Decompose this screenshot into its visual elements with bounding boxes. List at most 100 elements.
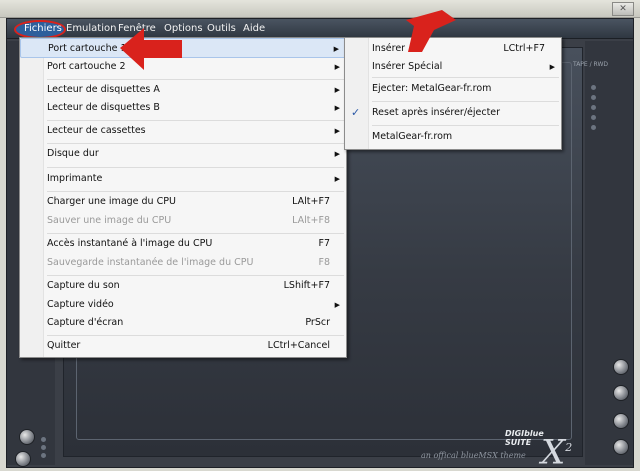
menu-separator <box>47 335 344 336</box>
led <box>41 453 46 458</box>
menu-separator <box>47 191 344 192</box>
close-button[interactable]: ✕ <box>612 2 634 16</box>
left-knob-1[interactable] <box>19 429 35 445</box>
right-control-panel <box>585 41 633 465</box>
right-knob-1[interactable] <box>613 359 629 375</box>
title-strip: ✕ <box>0 0 640 18</box>
submenu-item-label: Ejecter: MetalGear-fr.rom <box>372 83 492 94</box>
right-knob-3[interactable] <box>613 413 629 429</box>
menu-item[interactable]: Quitter LCtrl+Cancel <box>20 336 346 356</box>
menu-outils[interactable]: Outils <box>203 19 240 39</box>
menu-item-shortcut: LAlt+F8 <box>292 215 330 226</box>
menu-item[interactable]: Lecteur de cassettes ▶ <box>20 121 346 141</box>
tape-label: TAPE / RWD <box>573 61 609 68</box>
menu-item-label: Lecteur de disquettes A <box>47 84 160 95</box>
menu-item[interactable]: Lecteur de disquettes B ▶ <box>20 98 346 118</box>
submenu-item-label: Insérer Spécial <box>372 61 443 72</box>
status-led <box>591 125 596 130</box>
submenu-item-label: Reset après insérer/éjecter <box>372 107 501 118</box>
menu-item-shortcut: LAlt+F7 <box>292 196 330 207</box>
led <box>41 437 46 442</box>
menu-item-label: Capture du son <box>47 280 120 291</box>
brand-x-logo: X2 <box>541 433 573 469</box>
menu-separator <box>47 120 344 121</box>
menu-item-label: Quitter <box>47 340 81 351</box>
menu-item-label: Sauvegarde instantanée de l'image du CPU <box>47 257 254 268</box>
menu-fichiers[interactable]: Fichiers <box>20 19 66 39</box>
menu-item-label: Accès instantané à l'image du CPU <box>47 238 213 249</box>
brand-name-line1: DIGIblue <box>505 429 544 438</box>
checkmark-icon: ✓ <box>351 106 361 119</box>
menu-item[interactable]: Imprimante ▶ <box>20 169 346 189</box>
fichiers-menu: Port cartouche 1 ▶ Port cartouche 2 ▶ Lecteu… <box>19 37 347 358</box>
right-knob-4[interactable] <box>613 439 629 455</box>
menu-item-label: Port cartouche 1 <box>48 43 127 54</box>
menu-separator <box>47 167 344 168</box>
brand-x-mark: X <box>541 432 566 471</box>
brand-name: DIGIblue SUITE <box>505 429 544 447</box>
submenu-item[interactable]: Ejecter: MetalGear-fr.rom <box>345 79 561 99</box>
menu-item-label: Port cartouche 2 <box>47 61 126 72</box>
menu-item[interactable]: Lecteur de disquettes A ▶ <box>20 80 346 100</box>
menu-item[interactable]: Capture d'écran PrScr <box>20 313 346 333</box>
menu-item-label: Sauver une image du CPU <box>47 215 172 226</box>
menu-item-label: Capture d'écran <box>47 317 124 328</box>
submenu-arrow-icon: ▶ <box>334 301 340 309</box>
menu-item-shortcut: LCtrl+Cancel <box>267 340 330 351</box>
brand-x-superscript: 2 <box>565 441 573 454</box>
menu-item-label: Charger une image du CPU <box>47 196 176 207</box>
red-arrow-annotation <box>120 28 182 70</box>
submenu-item[interactable]: MetalGear-fr.rom <box>345 127 561 147</box>
menu-item-label: Capture vidéo <box>47 299 114 310</box>
menu-item[interactable]: Sauvegarde instantanée de l'image du CPU… <box>20 253 346 273</box>
menu-separator <box>47 275 344 276</box>
menu-item-label: Imprimante <box>47 173 103 184</box>
submenu-item-label: Insérer <box>372 43 406 54</box>
menu-separator <box>47 143 344 144</box>
brand-subtitle: an offical blueMSX theme <box>421 451 526 460</box>
submenu-arrow-icon: ▶ <box>334 175 340 183</box>
submenu-item[interactable]: ✓ Reset après insérer/éjecter <box>345 103 561 123</box>
submenu-arrow-icon: ▶ <box>333 45 339 53</box>
menu-item[interactable]: Charger une image du CPU LAlt+F7 <box>20 192 346 212</box>
menu-separator <box>372 101 559 102</box>
menu-item-shortcut: PrScr <box>305 317 330 328</box>
menu-item[interactable]: Sauver une image du CPU LAlt+F8 <box>20 211 346 231</box>
brand-name-line2: SUITE <box>505 438 532 447</box>
status-led <box>591 105 596 110</box>
menu-separator <box>47 233 344 234</box>
menu-bar: Fichiers Emulation Fenêtre Options Outil… <box>7 19 633 39</box>
menu-item-label: Disque dur <box>47 148 99 159</box>
close-icon: ✕ <box>619 4 627 14</box>
submenu-item-label: MetalGear-fr.rom <box>372 131 453 142</box>
menu-item[interactable]: Disque dur ▶ <box>20 144 346 164</box>
red-arrow-annotation <box>406 10 456 52</box>
menu-item[interactable]: Accès instantané à l'image du CPU F7 <box>20 234 346 254</box>
menu-item-shortcut: F8 <box>318 257 330 268</box>
submenu-arrow-icon: ▶ <box>334 150 340 158</box>
menu-aide[interactable]: Aide <box>239 19 269 39</box>
menu-item-shortcut: F7 <box>318 238 330 249</box>
submenu-arrow-icon: ▶ <box>334 63 340 71</box>
menu-separator <box>372 125 559 126</box>
right-knob-2[interactable] <box>613 385 629 401</box>
status-led <box>591 115 596 120</box>
status-led <box>591 95 596 100</box>
menu-separator <box>47 79 344 80</box>
submenu-arrow-icon: ▶ <box>334 86 340 94</box>
menu-item-shortcut: LShift+F7 <box>283 280 330 291</box>
menu-item[interactable]: Capture vidéo ▶ <box>20 295 346 315</box>
left-knob-2[interactable] <box>15 451 31 467</box>
menu-separator <box>372 77 559 78</box>
submenu-item-shortcut: LCtrl+F7 <box>503 43 545 54</box>
submenu-arrow-icon: ▶ <box>549 63 555 71</box>
submenu-arrow-icon: ▶ <box>334 104 340 112</box>
led <box>41 445 46 450</box>
menu-item[interactable]: Capture du son LShift+F7 <box>20 276 346 296</box>
menu-item-label: Lecteur de cassettes <box>47 125 146 136</box>
submenu-item[interactable]: Insérer Spécial ▶ <box>345 57 561 77</box>
menu-emulation[interactable]: Emulation <box>62 19 120 39</box>
status-led <box>591 85 596 90</box>
submenu-arrow-icon: ▶ <box>334 127 340 135</box>
menu-item-label: Lecteur de disquettes B <box>47 102 160 113</box>
